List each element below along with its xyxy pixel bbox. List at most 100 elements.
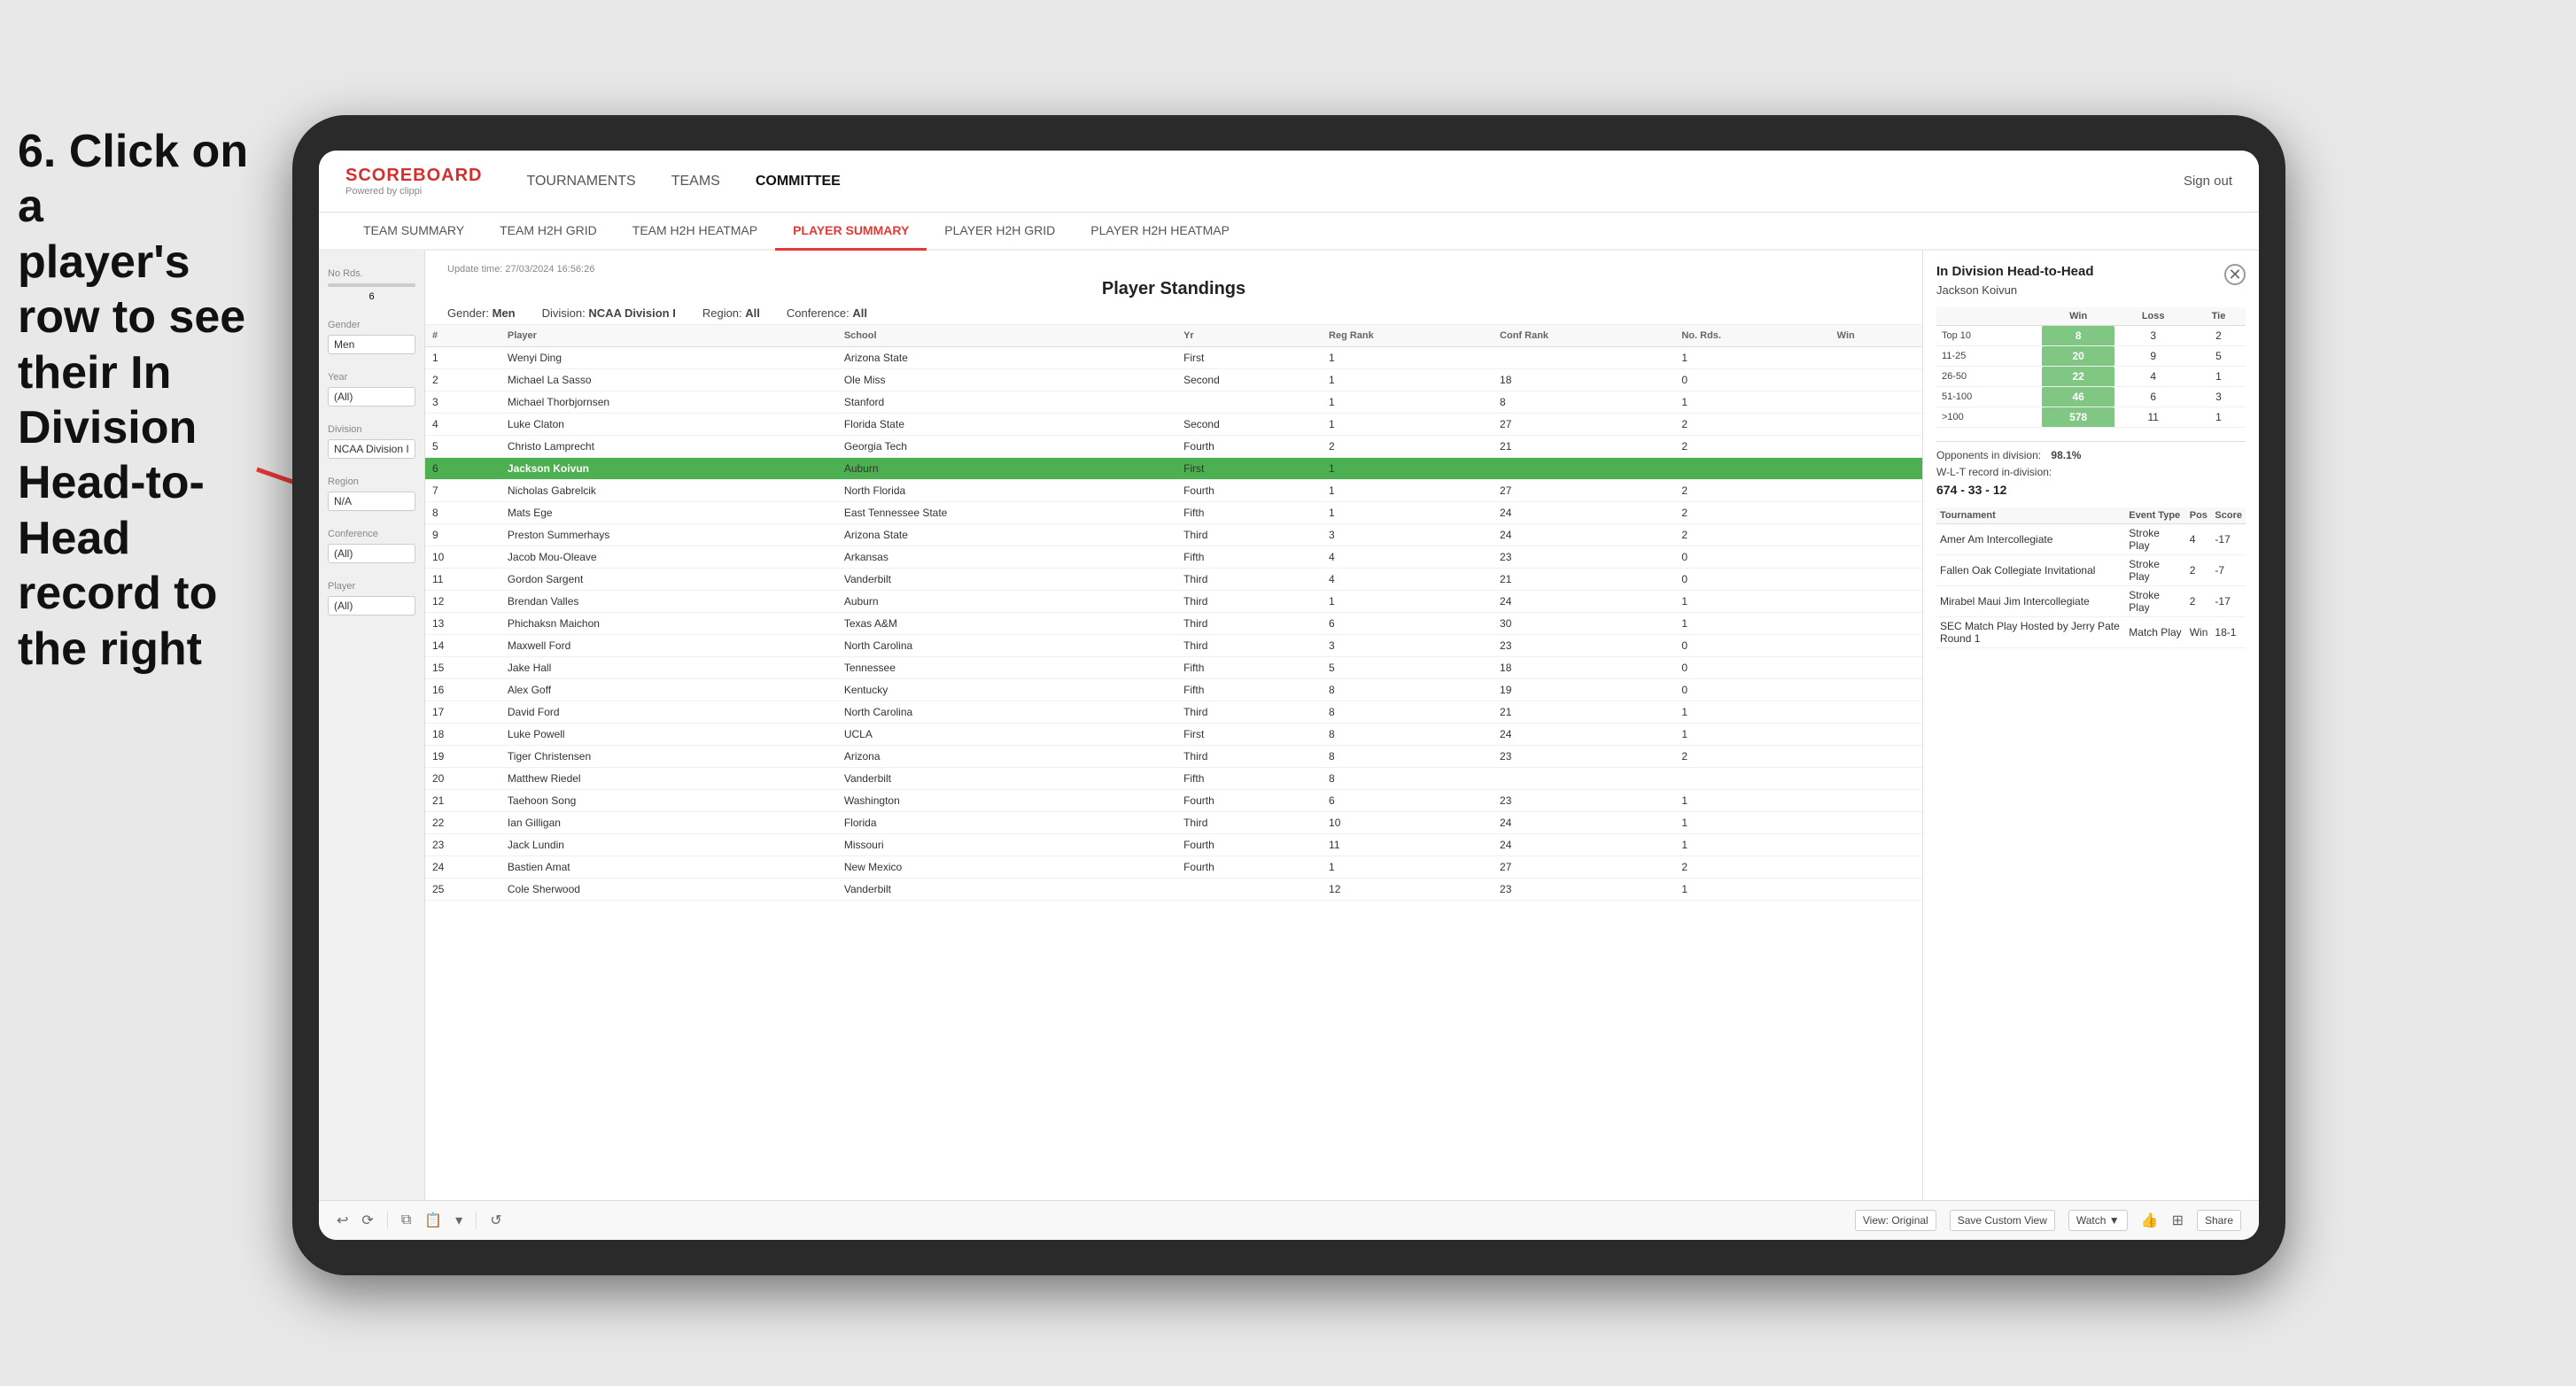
cell-num: 22	[425, 812, 500, 834]
cell-reg: 3	[1322, 524, 1493, 546]
nav-teams[interactable]: TEAMS	[671, 169, 720, 194]
paste-icon[interactable]: 📋	[424, 1212, 442, 1229]
cell-rds: 1	[1674, 834, 1829, 856]
table-row[interactable]: 11 Gordon Sargent Vanderbilt Third 4 21 …	[425, 569, 1922, 591]
cell-yr	[1176, 879, 1322, 901]
sidebar-conference: Conference (All)	[328, 529, 415, 563]
cell-reg: 1	[1322, 856, 1493, 879]
grid-icon[interactable]: ⊞	[2172, 1212, 2184, 1229]
table-row[interactable]: 5 Christo Lamprecht Georgia Tech Fourth …	[425, 436, 1922, 458]
cell-num: 24	[425, 856, 500, 879]
sidebar-no-rds-slider[interactable]	[328, 283, 415, 287]
cell-conf: 23	[1493, 790, 1674, 812]
cell-win	[1830, 834, 1922, 856]
sidebar-player-label: Player	[328, 581, 415, 592]
sidebar-year-value[interactable]: (All)	[328, 387, 415, 407]
col-player: Player	[500, 325, 837, 347]
cell-win	[1830, 480, 1922, 502]
cell-yr: Third	[1176, 613, 1322, 635]
table-row[interactable]: 23 Jack Lundin Missouri Fourth 11 24 1	[425, 834, 1922, 856]
panel-filters: Gender: Men Division: NCAA Division I Re…	[447, 306, 1900, 320]
table-row[interactable]: 17 David Ford North Carolina Third 8 21 …	[425, 701, 1922, 724]
cell-yr: Third	[1176, 746, 1322, 768]
cell-conf	[1493, 768, 1674, 790]
cell-school: Ole Miss	[837, 369, 1176, 391]
more-icon[interactable]: ▾	[455, 1212, 462, 1229]
table-row[interactable]: 9 Preston Summerhays Arizona State Third…	[425, 524, 1922, 546]
h2h-row: >100 578 11 1	[1936, 407, 2246, 428]
cell-rds: 1	[1674, 701, 1829, 724]
sidebar-player-value[interactable]: (All)	[328, 596, 415, 616]
sub-nav-player-h2h-grid[interactable]: PLAYER H2H GRID	[927, 213, 1073, 251]
table-row[interactable]: 22 Ian Gilligan Florida Third 10 24 1	[425, 812, 1922, 834]
sidebar-region-value[interactable]: N/A	[328, 492, 415, 511]
table-row[interactable]: 1 Wenyi Ding Arizona State First 1 1	[425, 347, 1922, 369]
sub-nav-team-h2h-heatmap[interactable]: TEAM H2H HEATMAP	[615, 213, 775, 251]
h2h-loss-val: 4	[2114, 367, 2192, 387]
cell-yr: Fifth	[1176, 768, 1322, 790]
cell-win	[1830, 701, 1922, 724]
h2h-win-val: 8	[2042, 326, 2114, 346]
cell-rds: 1	[1674, 391, 1829, 414]
nav-tournaments[interactable]: TOURNAMENTS	[526, 169, 635, 194]
table-row[interactable]: 25 Cole Sherwood Vanderbilt 12 23 1	[425, 879, 1922, 901]
cell-player: Ian Gilligan	[500, 812, 837, 834]
table-row[interactable]: 13 Phichaksn Maichon Texas A&M Third 6 3…	[425, 613, 1922, 635]
table-row[interactable]: 18 Luke Powell UCLA First 8 24 1	[425, 724, 1922, 746]
sidebar-conference-value[interactable]: (All)	[328, 544, 415, 563]
sub-nav-player-h2h-heatmap[interactable]: PLAYER H2H HEATMAP	[1073, 213, 1247, 251]
table-row[interactable]: 6 Jackson Koivun Auburn First 1	[425, 458, 1922, 480]
table-row[interactable]: 20 Matthew Riedel Vanderbilt Fifth 8	[425, 768, 1922, 790]
table-row[interactable]: 2 Michael La Sasso Ole Miss Second 1 18 …	[425, 369, 1922, 391]
h2h-close-button[interactable]: ✕	[2224, 264, 2246, 285]
tournament-row: Amer Am Intercollegiate Stroke Play 4 -1…	[1936, 524, 2246, 555]
table-row[interactable]: 7 Nicholas Gabrelcik North Florida Fourt…	[425, 480, 1922, 502]
cell-conf: 18	[1493, 657, 1674, 679]
copy-icon[interactable]: ⧉	[401, 1212, 411, 1228]
cell-conf: 23	[1493, 546, 1674, 569]
cell-win	[1830, 879, 1922, 901]
cell-rds: 1	[1674, 591, 1829, 613]
sidebar-no-rds-label: No Rds.	[328, 268, 415, 279]
view-original-button[interactable]: View: Original	[1855, 1210, 1936, 1231]
sign-out-button[interactable]: Sign out	[2184, 174, 2232, 189]
sub-nav-team-h2h-grid[interactable]: TEAM H2H GRID	[482, 213, 615, 251]
table-row[interactable]: 19 Tiger Christensen Arizona Third 8 23 …	[425, 746, 1922, 768]
table-row[interactable]: 21 Taehoon Song Washington Fourth 6 23 1	[425, 790, 1922, 812]
cell-win	[1830, 790, 1922, 812]
cell-win	[1830, 724, 1922, 746]
table-row[interactable]: 4 Luke Claton Florida State Second 1 27 …	[425, 414, 1922, 436]
thumbsup-icon[interactable]: 👍	[2141, 1212, 2159, 1229]
cell-conf	[1493, 458, 1674, 480]
sub-nav-team-summary[interactable]: TEAM SUMMARY	[345, 213, 482, 251]
save-custom-button[interactable]: Save Custom View	[1950, 1210, 2055, 1231]
table-row[interactable]: 24 Bastien Amat New Mexico Fourth 1 27 2	[425, 856, 1922, 879]
table-row[interactable]: 16 Alex Goff Kentucky Fifth 8 19 0	[425, 679, 1922, 701]
cell-conf: 23	[1493, 635, 1674, 657]
nav-committee[interactable]: COMMITTEE	[756, 169, 841, 194]
cell-num: 19	[425, 746, 500, 768]
cell-win	[1830, 524, 1922, 546]
sidebar-gender-value[interactable]: Men	[328, 335, 415, 354]
table-row[interactable]: 12 Brendan Valles Auburn Third 1 24 1	[425, 591, 1922, 613]
share-button[interactable]: Share	[2197, 1210, 2241, 1231]
sidebar-division-value[interactable]: NCAA Division I	[328, 439, 415, 459]
h2h-loss-val: 6	[2114, 387, 2192, 407]
cell-rds: 1	[1674, 790, 1829, 812]
table-row[interactable]: 15 Jake Hall Tennessee Fifth 5 18 0	[425, 657, 1922, 679]
refresh-icon[interactable]: ↺	[490, 1212, 501, 1229]
undo-icon[interactable]: ↩	[337, 1212, 348, 1229]
toolbar-divider-2	[476, 1212, 477, 1229]
table-row[interactable]: 14 Maxwell Ford North Carolina Third 3 2…	[425, 635, 1922, 657]
cell-conf: 24	[1493, 524, 1674, 546]
redo-icon[interactable]: ⟳	[361, 1212, 373, 1229]
watch-button[interactable]: Watch ▼	[2068, 1210, 2128, 1231]
table-row[interactable]: 3 Michael Thorbjornsen Stanford 1 8 1	[425, 391, 1922, 414]
table-row[interactable]: 10 Jacob Mou-Oleave Arkansas Fifth 4 23 …	[425, 546, 1922, 569]
instruction-line2: player's row to see	[18, 235, 275, 345]
table-row[interactable]: 8 Mats Ege East Tennessee State Fifth 1 …	[425, 502, 1922, 524]
cell-yr: Fifth	[1176, 502, 1322, 524]
cell-rds: 0	[1674, 569, 1829, 591]
sub-nav-player-summary[interactable]: PLAYER SUMMARY	[775, 213, 927, 251]
cell-player: Jack Lundin	[500, 834, 837, 856]
